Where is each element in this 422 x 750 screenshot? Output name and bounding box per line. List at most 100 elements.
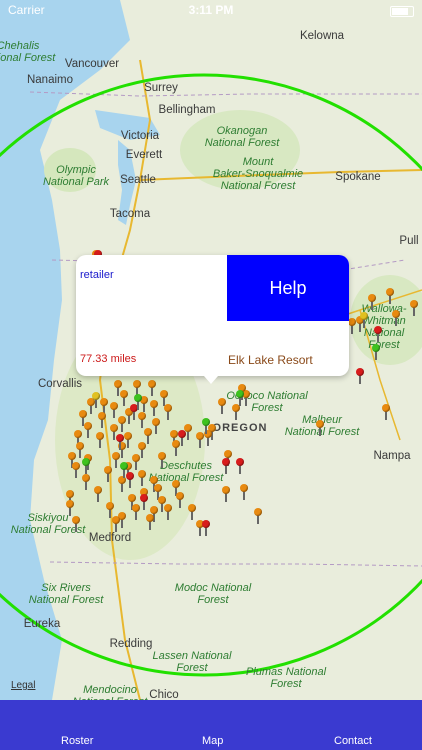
map-pin-orange[interactable]: [98, 412, 106, 428]
map-pin-orange[interactable]: [382, 404, 390, 420]
map-pin-orange[interactable]: [94, 486, 102, 502]
pin-head-icon: [72, 462, 80, 470]
pin-head-icon: [79, 410, 87, 418]
map-pin-green[interactable]: [134, 394, 142, 410]
pin-head-icon: [178, 430, 186, 438]
map-pin-orange[interactable]: [240, 484, 248, 500]
pin-stick: [75, 469, 77, 478]
map-pin-orange[interactable]: [66, 500, 74, 516]
map-pin-orange[interactable]: [82, 474, 90, 490]
pin-stick: [153, 407, 155, 416]
pin-head-icon: [316, 420, 324, 428]
tab-contact[interactable]: Contact: [328, 734, 378, 748]
map-pin-red[interactable]: [116, 434, 124, 450]
map-pin-orange[interactable]: [196, 432, 204, 448]
pin-stick: [119, 441, 121, 450]
map-pin-orange[interactable]: [132, 504, 140, 520]
map-pin-orange[interactable]: [112, 452, 120, 468]
map-pin-orange[interactable]: [164, 504, 172, 520]
park-label: Six Rivers National Forest: [28, 582, 104, 606]
map-pin-orange[interactable]: [96, 432, 104, 448]
map-pin-orange[interactable]: [138, 470, 146, 486]
map-pin-orange[interactable]: [148, 380, 156, 396]
map-pin-red[interactable]: [236, 458, 244, 474]
map-pin-orange[interactable]: [146, 514, 154, 530]
map-pin-orange[interactable]: [386, 288, 394, 304]
map-pin-green[interactable]: [202, 418, 210, 434]
pin-head-icon: [92, 392, 100, 400]
callout-type-label: retailer: [80, 269, 114, 281]
park-label: Plumas National Forest: [245, 666, 327, 690]
map-pin-orange[interactable]: [152, 418, 160, 434]
map-pin-orange[interactable]: [222, 486, 230, 502]
pin-stick: [167, 511, 169, 520]
map-pin-orange[interactable]: [316, 420, 324, 436]
pin-head-icon: [124, 432, 132, 440]
city-label: Spokane: [335, 171, 381, 183]
map-pin-orange[interactable]: [158, 452, 166, 468]
map-pin-green[interactable]: [82, 458, 90, 474]
map-pin-yellow[interactable]: [92, 392, 100, 408]
map-pin-orange[interactable]: [164, 404, 172, 420]
map-pin-green[interactable]: [236, 390, 244, 406]
map-pin-orange[interactable]: [118, 476, 126, 492]
map-pin-orange[interactable]: [118, 416, 126, 432]
map-pin-green[interactable]: [120, 462, 128, 478]
city-label: Nanaimo: [26, 74, 74, 86]
pin-stick: [377, 333, 379, 342]
map-pin-orange[interactable]: [110, 402, 118, 418]
pin-head-icon: [106, 502, 114, 510]
map-pin-red[interactable]: [356, 368, 364, 384]
pin-head-icon: [134, 394, 142, 402]
map-pin-yellow[interactable]: [360, 312, 368, 328]
pin-stick: [135, 461, 137, 470]
map-pin-orange[interactable]: [112, 516, 120, 532]
map-pin-red[interactable]: [178, 430, 186, 446]
pin-head-icon: [74, 430, 82, 438]
pin-head-icon: [96, 432, 104, 440]
map-pin-orange[interactable]: [84, 422, 92, 438]
map-pin-orange[interactable]: [254, 508, 262, 524]
pin-head-icon: [68, 452, 76, 460]
pin-stick: [375, 351, 377, 360]
map-pin-red[interactable]: [374, 326, 382, 342]
pin-head-icon: [138, 470, 146, 478]
map-pin-orange[interactable]: [76, 442, 84, 458]
pin-head-icon: [392, 310, 400, 318]
map-pin-orange[interactable]: [132, 454, 140, 470]
map-pin-orange[interactable]: [104, 466, 112, 482]
map-pin-red[interactable]: [202, 520, 210, 536]
pin-stick: [245, 397, 247, 406]
location-callout[interactable]: retailer Help 77.33 miles Elk Lake Resor…: [76, 255, 349, 384]
map-pin-orange[interactable]: [176, 492, 184, 508]
pin-head-icon: [118, 416, 126, 424]
help-button[interactable]: Help: [227, 255, 349, 321]
map-pin-orange[interactable]: [392, 310, 400, 326]
legal-link[interactable]: Legal: [11, 680, 35, 692]
map-pin-orange[interactable]: [368, 294, 376, 310]
map-pin-orange[interactable]: [72, 516, 80, 532]
map-pin-orange[interactable]: [188, 504, 196, 520]
status-time: 3:11 PM: [188, 3, 234, 17]
map-pin-orange[interactable]: [120, 390, 128, 406]
pin-stick: [113, 431, 115, 440]
map-pin-orange[interactable]: [144, 428, 152, 444]
map-pin-red[interactable]: [140, 494, 148, 510]
tab-roster[interactable]: Roster: [55, 734, 99, 748]
map-pin-orange[interactable]: [410, 300, 418, 316]
pin-stick: [107, 473, 109, 482]
map-pin-orange[interactable]: [218, 398, 226, 414]
tab-map[interactable]: Map: [196, 734, 229, 748]
pin-head-icon: [72, 516, 80, 524]
map-pin-red[interactable]: [222, 458, 230, 474]
pin-stick: [141, 419, 143, 428]
pin-head-icon: [128, 494, 136, 502]
pin-head-icon: [222, 458, 230, 466]
map-pin-orange[interactable]: [232, 404, 240, 420]
map-pin-orange[interactable]: [72, 462, 80, 478]
map-pin-orange[interactable]: [138, 412, 146, 428]
pin-head-icon: [218, 398, 226, 406]
map-pin-green[interactable]: [372, 344, 380, 360]
map-pin-orange[interactable]: [150, 400, 158, 416]
map-pin-red[interactable]: [126, 472, 134, 488]
